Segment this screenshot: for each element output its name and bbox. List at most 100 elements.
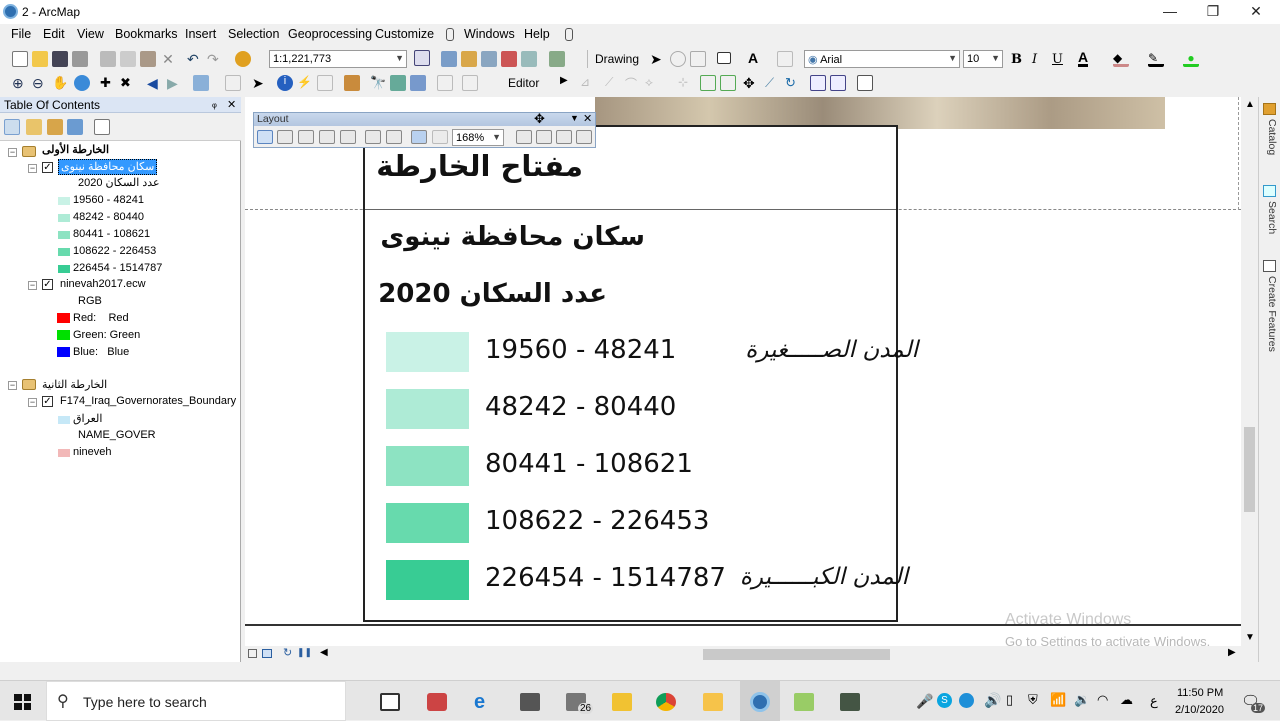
find-icon[interactable]: 🔭 — [370, 75, 386, 91]
task-view-icon[interactable] — [380, 693, 400, 711]
fill-color-icon[interactable]: ◆ — [1113, 51, 1129, 67]
vertical-scroll-thumb[interactable] — [1244, 427, 1255, 512]
rotate-feature-icon[interactable]: ↻ — [785, 75, 801, 91]
legend-frame[interactable]: مفتاح الخارطة سكان محافظة نينوى عدد السك… — [363, 125, 898, 622]
list-by-source-icon[interactable] — [26, 119, 42, 135]
rotate-icon[interactable] — [670, 51, 686, 67]
edge-icon[interactable]: e — [474, 692, 494, 712]
find-route-icon[interactable] — [390, 75, 406, 91]
print-icon[interactable] — [72, 51, 88, 67]
fixed-zoom-out-layout-icon[interactable] — [386, 130, 402, 144]
marker-color-icon[interactable]: ● — [1183, 51, 1199, 67]
fixed-zoom-in-icon[interactable]: ✚ — [100, 75, 116, 91]
arctoolbox-icon[interactable] — [501, 51, 517, 67]
back-arrow-icon[interactable]: ◀ — [147, 75, 163, 91]
cut-icon[interactable] — [100, 51, 116, 67]
italic-button[interactable]: I — [1032, 52, 1037, 67]
class-swatch-4[interactable] — [58, 248, 70, 256]
forward-arrow-icon[interactable]: ▶ — [167, 75, 183, 91]
toc-options-icon[interactable] — [94, 119, 110, 135]
green-band-swatch[interactable] — [57, 330, 70, 340]
cut-polygons-icon[interactable]: ✥ — [743, 75, 759, 91]
viewer-icon[interactable] — [462, 75, 478, 91]
python-icon-2[interactable] — [565, 28, 573, 41]
battery-icon[interactable]: ▯ — [1006, 692, 1013, 708]
font-color-icon[interactable]: A — [1078, 50, 1089, 67]
toggle-draft-mode-icon[interactable] — [516, 130, 532, 144]
layout-view-icon[interactable] — [262, 649, 272, 658]
taskbar-search-box[interactable]: ⚲ Type here to search — [46, 681, 346, 721]
catalog-tab[interactable]: Catalog — [1262, 119, 1278, 155]
tray-app-icon[interactable] — [959, 693, 974, 708]
layer2-name[interactable]: ninevah2017.ecw — [60, 277, 146, 291]
frame2-collapse[interactable]: − — [8, 381, 17, 390]
select-elements-arrow-icon[interactable]: ➤ — [252, 75, 268, 91]
menu-view[interactable]: View — [77, 27, 104, 41]
copy-icon[interactable] — [120, 51, 136, 67]
layout-toolbar-titlebar[interactable]: Layout ✥ ▼ ✕ — [254, 111, 595, 126]
frame1-name[interactable]: الخارطة الأولى — [42, 143, 109, 157]
frame2-layer1-name[interactable]: F174_Iraq_Governorates_Boundary — [60, 394, 236, 408]
font-name-combo[interactable]: ◉ Arial ▼ — [804, 50, 960, 68]
edit-annotation-icon[interactable]: ⊿ — [580, 75, 596, 91]
back-extent-icon[interactable] — [411, 130, 427, 144]
search-window-icon[interactable] — [481, 51, 497, 67]
menu-windows[interactable]: Windows — [464, 27, 515, 41]
layout-zoom-out-icon[interactable] — [277, 130, 293, 144]
list-by-selection-icon[interactable] — [67, 119, 83, 135]
split-icon[interactable]: ⟋ — [765, 75, 781, 91]
fixed-zoom-in-layout-icon[interactable] — [365, 130, 381, 144]
zoom-in-icon[interactable]: ⊕ — [12, 75, 28, 91]
redo-icon[interactable]: ↷ — [207, 51, 223, 67]
font-size-combo[interactable]: 10 ▼ — [963, 50, 1003, 68]
select-elements-icon[interactable]: ➤ — [650, 51, 666, 67]
microphone-icon[interactable]: 🎤 — [916, 693, 933, 710]
toolbox-icon[interactable] — [840, 693, 860, 711]
pin-icon[interactable]: ᵩ — [212, 98, 217, 110]
text-tool-icon[interactable]: A — [748, 50, 758, 66]
search-tab[interactable]: Search — [1262, 201, 1278, 234]
defender-icon[interactable]: ⛨ — [1028, 692, 1038, 708]
change-layout-icon[interactable] — [556, 130, 572, 144]
class-swatch-1[interactable] — [58, 197, 70, 205]
arccatalog-icon[interactable] — [794, 693, 814, 711]
edit-vertices-2-icon[interactable] — [700, 75, 716, 91]
trace-icon[interactable]: ⟡ — [645, 75, 661, 91]
edit-vertices-icon[interactable] — [777, 51, 793, 67]
network-icon[interactable]: 📶 — [1050, 692, 1066, 708]
chrome-icon[interactable] — [656, 693, 676, 711]
full-extent-icon[interactable] — [74, 75, 90, 91]
scroll-up-icon[interactable]: ▲ — [1245, 99, 1255, 110]
vertical-scrollbar[interactable]: ▲ ▼ — [1241, 97, 1258, 646]
edit-tool-icon[interactable]: ▶ — [560, 75, 576, 91]
line-color-icon[interactable]: ✎ — [1148, 51, 1164, 67]
editor-toolbar-icon[interactable] — [414, 50, 430, 66]
zoom-100-icon[interactable] — [340, 130, 356, 144]
menu-geoprocessing[interactable]: Geoprocessing — [288, 27, 372, 41]
scroll-left-icon[interactable]: ◀ — [320, 647, 328, 658]
wifi-icon[interactable]: ◠ — [1097, 692, 1108, 708]
bold-button[interactable]: B — [1011, 52, 1022, 67]
editor-menu[interactable]: Editor — [508, 76, 539, 90]
python-window-icon[interactable] — [521, 51, 537, 67]
layout-view[interactable]: مفتاح الخارطة سكان محافظة نينوى عدد السك… — [245, 97, 1241, 649]
store-icon[interactable] — [427, 693, 447, 711]
save-icon[interactable] — [52, 51, 68, 67]
zoom-out-icon[interactable]: ⊖ — [32, 75, 48, 91]
clear-selection-icon[interactable] — [225, 75, 241, 91]
menu-selection[interactable]: Selection — [228, 27, 279, 41]
menu-file[interactable]: File — [11, 27, 31, 41]
select-features-icon[interactable] — [193, 75, 209, 91]
layer2-collapse[interactable]: − — [28, 281, 37, 290]
clock-date[interactable]: 2/10/2020 — [1175, 704, 1224, 716]
close-button[interactable]: ✕ — [1246, 3, 1266, 21]
measure-icon[interactable] — [317, 75, 333, 91]
menu-edit[interactable]: Edit — [43, 27, 65, 41]
refresh-icon[interactable]: ↻ — [283, 646, 292, 659]
layout-toolbar-close-icon[interactable]: ✕ — [583, 112, 592, 125]
frame2-layer1-visibility-checkbox[interactable]: ✓ — [42, 396, 53, 407]
list-by-visibility-icon[interactable] — [47, 119, 63, 135]
point-icon[interactable]: ⊹ — [678, 75, 694, 91]
toc-close-icon[interactable]: ✕ — [227, 98, 236, 111]
open-folder-icon[interactable] — [32, 51, 48, 67]
